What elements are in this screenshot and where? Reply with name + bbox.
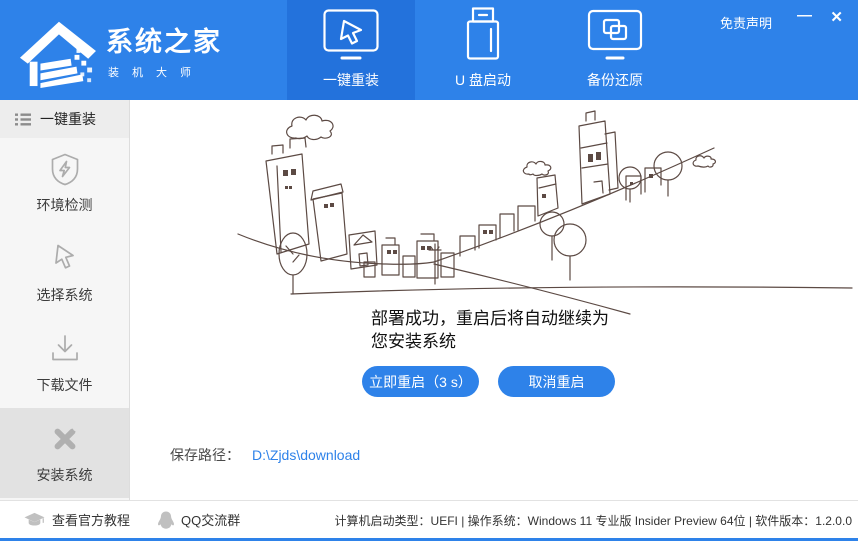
system-status-text: 计算机启动类型：UEFI | 操作系统：Windows 11 专业版 Insid…	[335, 512, 852, 528]
tab-label: 一键重装	[323, 70, 379, 90]
brand-text: 系统之家 装机大师	[106, 20, 222, 80]
save-path-row: 保存路径： D:\Zjds\download	[170, 445, 360, 465]
action-row: 立即重启（3 s） 取消重启	[362, 366, 615, 397]
step-label: 环境检测	[37, 195, 93, 215]
step-label: 选择系统	[37, 285, 93, 305]
usb-drive-icon	[461, 7, 505, 61]
tab-label: 备份还原	[587, 70, 643, 90]
step-label: 下载文件	[37, 375, 93, 395]
crossed-tools-icon	[48, 422, 82, 456]
download-icon	[48, 332, 82, 366]
qq-group-link[interactable]: QQ交流群	[158, 510, 240, 529]
tab-backup-restore[interactable]: 备份还原	[551, 0, 679, 100]
footer-link-label: 查看官方教程	[52, 510, 130, 529]
deploy-success-message: 部署成功，重启后将自动继续为 您安装系统	[371, 308, 609, 354]
step-download-files[interactable]: 下载文件	[0, 318, 129, 408]
header: 系统之家 装机大师 一键重装	[0, 0, 858, 100]
app-window: 系统之家 装机大师 一键重装	[0, 0, 858, 541]
brand-subtitle: 装机大师	[108, 64, 222, 80]
step-select-system[interactable]: 选择系统	[0, 228, 129, 318]
step-env-check[interactable]: 环境检测	[0, 138, 129, 228]
brand: 系统之家 装机大师	[16, 12, 222, 88]
disclaimer-link[interactable]: 免责声明	[720, 13, 772, 32]
cityscape-illustration	[236, 104, 854, 316]
tab-usb-boot[interactable]: U 盘启动	[419, 0, 547, 100]
sidebar-header-label: 一键重装	[40, 109, 96, 129]
close-button[interactable]: ✕	[830, 6, 843, 30]
tab-onekey-reinstall[interactable]: 一键重装	[287, 0, 415, 100]
monitor-cursor-icon	[323, 9, 379, 61]
list-icon	[15, 113, 31, 126]
cursor-arrow-icon	[48, 242, 82, 276]
step-install-system[interactable]: 安装系统	[0, 408, 129, 498]
restart-now-button[interactable]: 立即重启（3 s）	[362, 366, 479, 397]
cancel-restart-button[interactable]: 取消重启	[498, 366, 615, 397]
qq-penguin-icon	[158, 511, 174, 529]
minimize-button[interactable]: —	[797, 4, 812, 28]
nav-tabs: 一键重装 U 盘启动	[287, 0, 679, 100]
official-tutorial-link[interactable]: 查看官方教程	[24, 510, 130, 529]
app-logo-icon	[16, 12, 98, 88]
save-path-label: 保存路径：	[170, 445, 240, 465]
main-content: 部署成功，重启后将自动继续为 您安装系统 立即重启（3 s） 取消重启 保存路径…	[131, 100, 858, 500]
message-line-2: 您安装系统	[371, 331, 609, 354]
tab-label: U 盘启动	[455, 70, 511, 90]
backup-windows-icon	[587, 9, 643, 61]
message-line-1: 部署成功，重启后将自动继续为	[371, 308, 609, 331]
graduation-cap-icon	[24, 512, 45, 527]
status-bar: 计算机启动类型：UEFI | 操作系统：Windows 11 专业版 Insid…	[300, 512, 852, 528]
shield-bolt-icon	[48, 152, 82, 186]
save-path-link[interactable]: D:\Zjds\download	[252, 447, 360, 463]
sidebar-header: 一键重装	[0, 100, 129, 138]
footer: 查看官方教程 QQ交流群 计算机启动类型：UEFI | 操作系统：Windows…	[0, 500, 858, 538]
footer-link-label: QQ交流群	[181, 510, 240, 529]
brand-title: 系统之家	[106, 20, 222, 59]
step-label: 安装系统	[37, 465, 93, 485]
sidebar: 一键重装 环境检测 选择系统	[0, 100, 130, 500]
